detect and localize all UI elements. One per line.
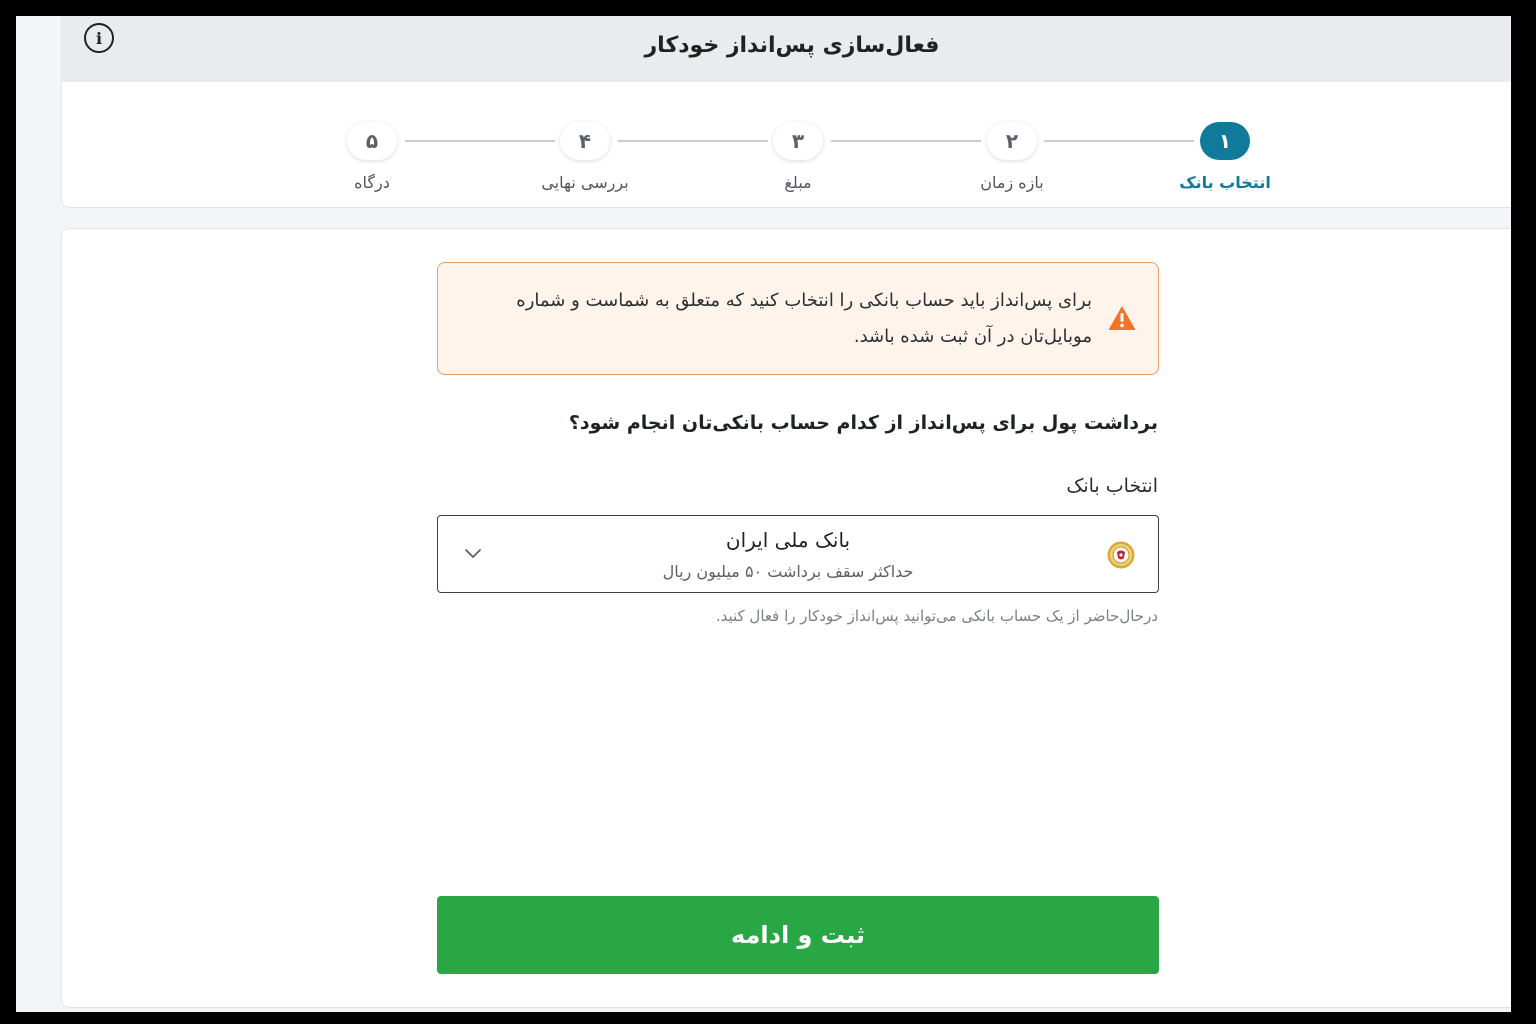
- bank-select-helper: درحال‌حاضر از یک حساب بانکی می‌توانید پس…: [715, 607, 1158, 625]
- step-3-label: مبلغ: [784, 173, 812, 192]
- bank-question: برداشت پول برای پس‌انداز از کدام حساب با…: [568, 412, 1158, 434]
- warning-icon: [1108, 306, 1136, 330]
- step-connector: [618, 140, 768, 142]
- step-connector: [405, 140, 555, 142]
- submit-continue-button[interactable]: ثبت و ادامه: [437, 896, 1159, 974]
- step-5-circle: ۵: [347, 122, 397, 160]
- step-5-label: درگاه: [354, 173, 390, 192]
- selected-bank-name: بانک ملی ایران: [725, 528, 851, 552]
- chevron-down-icon: [465, 549, 481, 558]
- bank-melli-logo: [1107, 541, 1135, 569]
- step-1-circle: ۱: [1200, 122, 1250, 160]
- header-card: فعال‌سازی پس‌انداز خودکار i ۵ ۴ ۳ ۲ ۱ در…: [61, 16, 1511, 208]
- selected-bank-limit: حداکثر سقف برداشت ۵۰ میلیون ریال: [662, 562, 914, 581]
- app-frame: فعال‌سازی پس‌انداز خودکار i ۵ ۴ ۳ ۲ ۱ در…: [16, 16, 1511, 1012]
- step-connector: [1044, 140, 1194, 142]
- step-1-label: انتخاب بانک: [1179, 173, 1271, 192]
- form-card: برای پس‌انداز باید حساب بانکی را انتخاب …: [61, 228, 1511, 1008]
- bank-select[interactable]: بانک ملی ایران حداکثر سقف برداشت ۵۰ میلی…: [437, 515, 1159, 593]
- warning-alert: برای پس‌انداز باید حساب بانکی را انتخاب …: [437, 262, 1159, 375]
- stepper: ۵ ۴ ۳ ۲ ۱ درگاه بررسی نهایی مبلغ بازه زم…: [62, 16, 1511, 203]
- step-4-label: بررسی نهایی: [541, 173, 629, 192]
- step-connector: [831, 140, 981, 142]
- alert-text: برای پس‌انداز باید حساب بانکی را انتخاب …: [516, 290, 1092, 347]
- bank-select-label: انتخاب بانک: [1066, 475, 1158, 497]
- step-2-circle: ۲: [987, 122, 1037, 160]
- step-3-circle: ۳: [773, 122, 823, 160]
- step-2-label: بازه زمان: [980, 173, 1044, 192]
- step-4-circle: ۴: [560, 122, 610, 160]
